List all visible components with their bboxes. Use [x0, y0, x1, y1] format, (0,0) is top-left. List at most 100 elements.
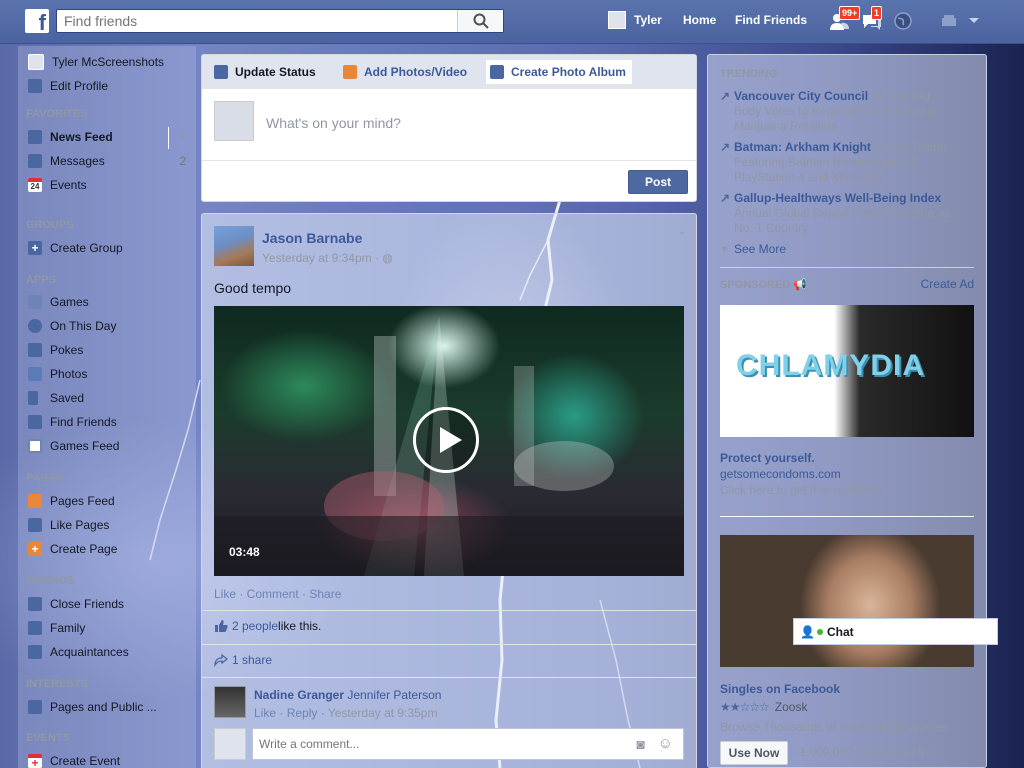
ad-link[interactable]: getsomecondoms.com	[720, 467, 841, 481]
nav-profile[interactable]: Tyler McScreenshots	[28, 53, 164, 71]
ad2-title[interactable]: Singles on Facebook	[720, 682, 840, 696]
nav-edit-profile[interactable]: Edit Profile	[28, 77, 108, 95]
author-avatar[interactable]	[214, 226, 254, 266]
story-actions[interactable]: Like · Comment · Share	[214, 587, 341, 601]
sponsored-heading: SPONSORED 📢	[720, 279, 808, 291]
album-icon	[490, 65, 504, 79]
commenter-avatar[interactable]	[214, 686, 246, 718]
nav-find-friends-link[interactable]: Find Friends	[735, 13, 807, 27]
messages-jewel[interactable]: 1	[861, 6, 883, 33]
comment-input[interactable]	[253, 729, 613, 759]
nav-like-pages[interactable]: Like Pages	[28, 516, 109, 534]
divider	[202, 644, 696, 645]
friends-heading: FRIENDS	[26, 575, 75, 587]
search-box	[56, 9, 504, 33]
friend-requests-jewel[interactable]: 99+	[829, 6, 861, 33]
avatar	[28, 54, 44, 70]
search-button[interactable]	[457, 10, 503, 32]
write-comment: ◙ ☺	[214, 728, 684, 761]
right-column: TRENDING ↗ Vancouver City Council: Govern…	[707, 54, 987, 768]
nav-pages-feed[interactable]: Pages Feed	[28, 492, 115, 510]
nav-acquaintances[interactable]: Acquaintances	[28, 643, 129, 661]
person-icon: 👤	[800, 624, 815, 639]
nav-profile-link[interactable]: Tyler	[634, 13, 662, 27]
likes-link[interactable]: 2 people	[232, 619, 278, 633]
trend-item[interactable]: ↗ Vancouver City Council: Governing Body …	[720, 89, 960, 134]
emoji-icon[interactable]: ☺	[658, 735, 673, 752]
create-ad-link[interactable]: Create Ad	[921, 277, 974, 291]
status-input[interactable]: What's on your mind?	[266, 115, 401, 131]
comment-text[interactable]: Jennifer Paterson	[347, 688, 441, 702]
news-feed-icon	[28, 130, 42, 144]
play-button[interactable]	[413, 407, 479, 473]
nav-find-friends[interactable]: Find Friends	[28, 413, 117, 431]
calendar-icon: 24	[28, 178, 42, 192]
tab-create-album[interactable]: Create Photo Album	[486, 60, 632, 84]
account-menu[interactable]	[967, 13, 989, 35]
nav-pages-public[interactable]: Pages and Public ...	[28, 698, 157, 716]
nav-home-link[interactable]: Home	[683, 13, 716, 27]
search-icon	[473, 13, 489, 29]
privacy-shortcuts[interactable]	[939, 11, 961, 33]
messages-icon	[28, 154, 42, 168]
likes-summary: 2 people like this.	[214, 619, 321, 633]
nav-events[interactable]: 24 Events	[28, 176, 87, 194]
nav-on-this-day[interactable]: On This Day	[28, 317, 116, 335]
list-icon	[28, 645, 42, 659]
events-heading: EVENTS	[26, 732, 71, 744]
nav-news-feed[interactable]: News Feed ▼	[28, 127, 188, 149]
ad2-description: Browse Thousands of Local Single Women	[720, 720, 950, 734]
nav-games-feed[interactable]: Games Feed	[28, 437, 119, 455]
comment: Nadine Granger Jennifer Paterson Like · …	[214, 686, 684, 720]
chat-tab[interactable]: 👤 Chat	[793, 618, 998, 645]
chevron-down-icon[interactable]: ▼	[178, 132, 187, 142]
nav-avatar[interactable]	[608, 11, 626, 29]
facebook-logo[interactable]: f	[25, 9, 49, 33]
ad-image[interactable]: CHLAMYDIA	[720, 305, 974, 437]
chevron-down-icon[interactable]: ⌄	[678, 226, 686, 237]
author-name[interactable]: Jason Barnabe	[262, 230, 362, 246]
trend-item[interactable]: ↗ Batman: Arkham Knight: Action Game Feat…	[720, 140, 960, 185]
calendar-plus-icon: +	[28, 754, 42, 768]
nav-saved[interactable]: Saved	[28, 389, 84, 407]
nav-games[interactable]: Games	[28, 293, 89, 311]
groups-heading: GROUPS	[26, 219, 74, 231]
friend-requests-badge: 99+	[839, 6, 861, 20]
nav-photos[interactable]: Photos	[28, 365, 87, 383]
trend-item[interactable]: ↗ Gallup-Healthways Well-Being Index: Ann…	[720, 191, 960, 236]
composer-tabs: Update Status Add Photos/Video Create Ph…	[202, 55, 696, 89]
flag-icon	[28, 494, 42, 508]
chevron-down-icon: ▼	[720, 244, 729, 254]
interests-heading: INTERESTS	[26, 678, 88, 690]
tab-update-status[interactable]: Update Status	[214, 62, 316, 82]
trending-arrow-icon: ↗	[720, 191, 731, 205]
nav-create-page[interactable]: + Create Page	[28, 540, 117, 558]
shares-summary[interactable]: 1 share	[214, 653, 272, 667]
see-more-link[interactable]: ▼ See More	[720, 242, 960, 257]
ad2-image[interactable]	[720, 535, 974, 667]
ad-title[interactable]: Protect yourself.	[720, 451, 815, 465]
comment-time[interactable]: Yesterday at 9:35pm	[328, 706, 438, 720]
photos-icon	[28, 367, 42, 381]
pages-heading: PAGES	[26, 472, 64, 484]
nav-messages[interactable]: Messages 2	[28, 152, 188, 170]
nav-pokes[interactable]: Pokes	[28, 341, 83, 359]
post-button[interactable]: Post	[628, 170, 688, 194]
use-now-button[interactable]: Use Now	[720, 741, 788, 765]
family-icon	[28, 621, 42, 635]
tab-add-photos[interactable]: Add Photos/Video	[343, 62, 467, 82]
nav-create-event[interactable]: + Create Event	[28, 752, 120, 768]
notifications-jewel[interactable]	[893, 11, 915, 33]
nav-close-friends[interactable]: Close Friends	[28, 595, 124, 613]
story-timestamp[interactable]: Yesterday at 9:34pm · ◍	[262, 251, 393, 265]
comment-reply-link[interactable]: Reply	[287, 706, 318, 720]
comment-like-link[interactable]: Like	[254, 706, 276, 720]
search-input[interactable]	[57, 10, 457, 32]
nav-create-group[interactable]: + Create Group	[28, 239, 123, 257]
messages-count: 2	[179, 154, 186, 168]
commenter-name[interactable]: Nadine Granger	[254, 688, 344, 702]
chevron-down-icon	[969, 18, 979, 23]
nav-family[interactable]: Family	[28, 619, 85, 637]
camera-icon[interactable]: ◙	[637, 736, 645, 752]
video-player[interactable]: 03:48	[214, 306, 684, 576]
